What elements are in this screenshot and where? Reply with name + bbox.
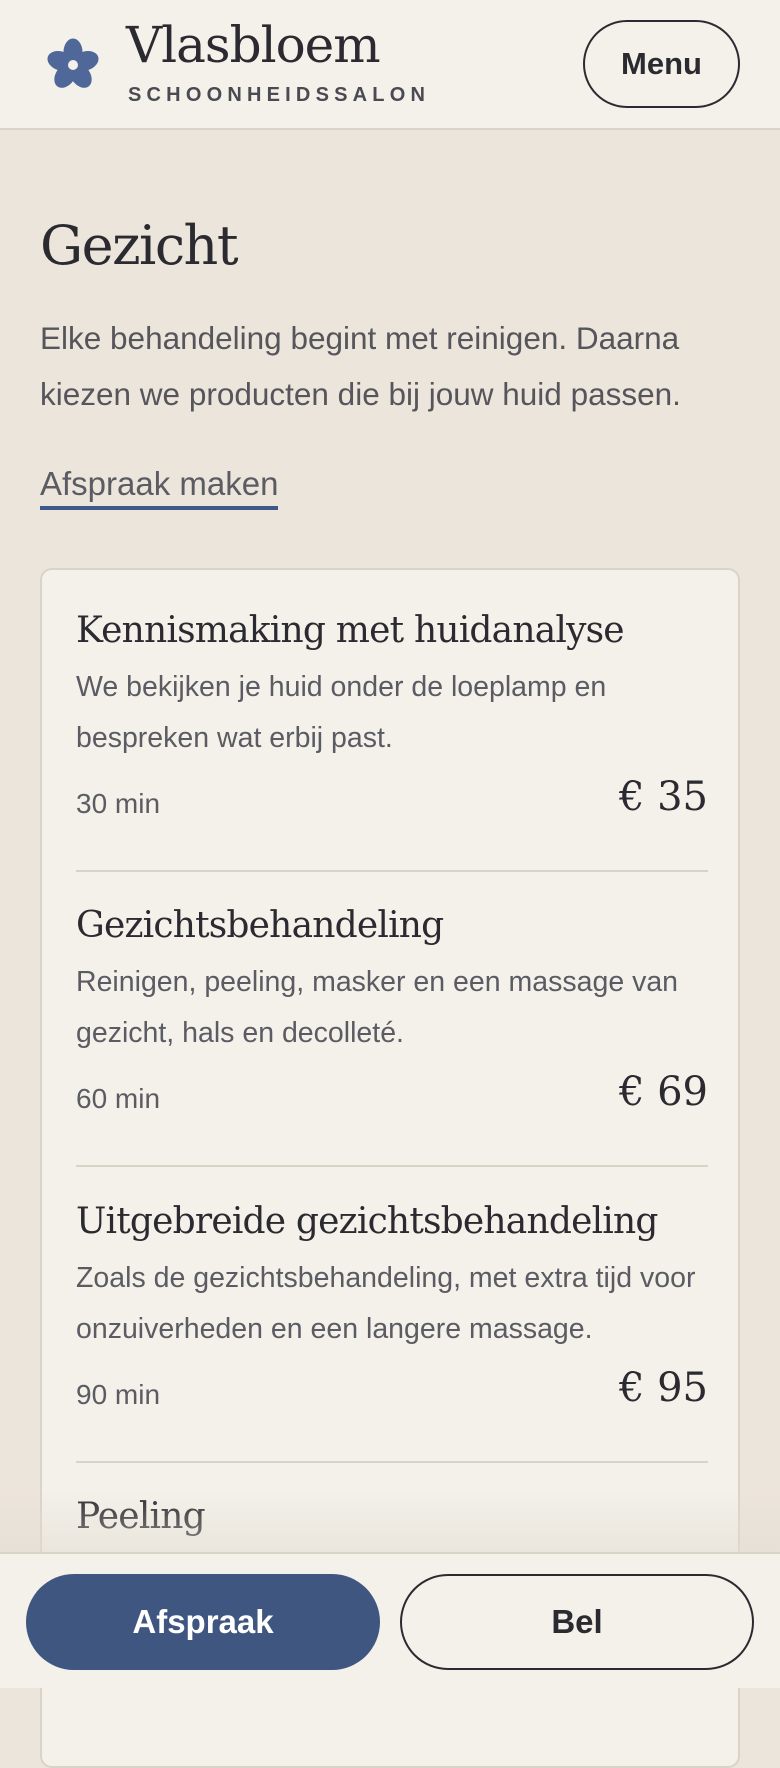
divider: [76, 870, 708, 872]
treatment-description: Reinigen, peeling, masker en een massage…: [76, 966, 679, 1049]
site-header: Vlasbloem SCHOONHEIDSSALON Menu: [0, 0, 780, 130]
treatment-title: Uitgebreide gezichtsbehandeling: [76, 1201, 658, 1242]
treatment-description: Zoals de gezichtsbehandeling, met extra …: [76, 1262, 696, 1345]
treatment-duration: 60 min: [76, 1083, 161, 1114]
call-button[interactable]: Bel: [400, 1574, 754, 1670]
treatment-duration: 30 min: [76, 788, 161, 819]
treatment-price: € 35: [618, 774, 708, 820]
treatment-description: We bekijken je huid onder de loeplamp en…: [76, 671, 607, 754]
page-intro: Elke behandeling begint met reinigen. Da…: [40, 320, 681, 412]
menu-button[interactable]: Menu: [583, 20, 740, 108]
bottom-action-bar: Afspraak Bel: [0, 1552, 780, 1688]
treatment-title: Kennismaking met huidanalyse: [76, 610, 625, 651]
treatment-price: € 69: [618, 1069, 708, 1115]
flower-icon[interactable]: [42, 34, 104, 96]
treatment-title: Peeling: [76, 1496, 206, 1537]
appointment-button[interactable]: Afspraak: [26, 1574, 380, 1670]
book-appointment-link[interactable]: Afspraak maken: [40, 462, 279, 510]
treatment-price: € 95: [618, 1365, 708, 1411]
treatment-duration: 90 min: [76, 1379, 161, 1410]
brand-name[interactable]: Vlasbloem: [126, 14, 381, 76]
brand-subtitle: SCHOONHEIDSSALON: [128, 84, 431, 106]
divider: [76, 1461, 708, 1463]
page-title: Gezicht: [40, 214, 239, 277]
divider: [76, 1165, 708, 1167]
treatment-title: Gezichtsbehandeling: [76, 905, 444, 946]
